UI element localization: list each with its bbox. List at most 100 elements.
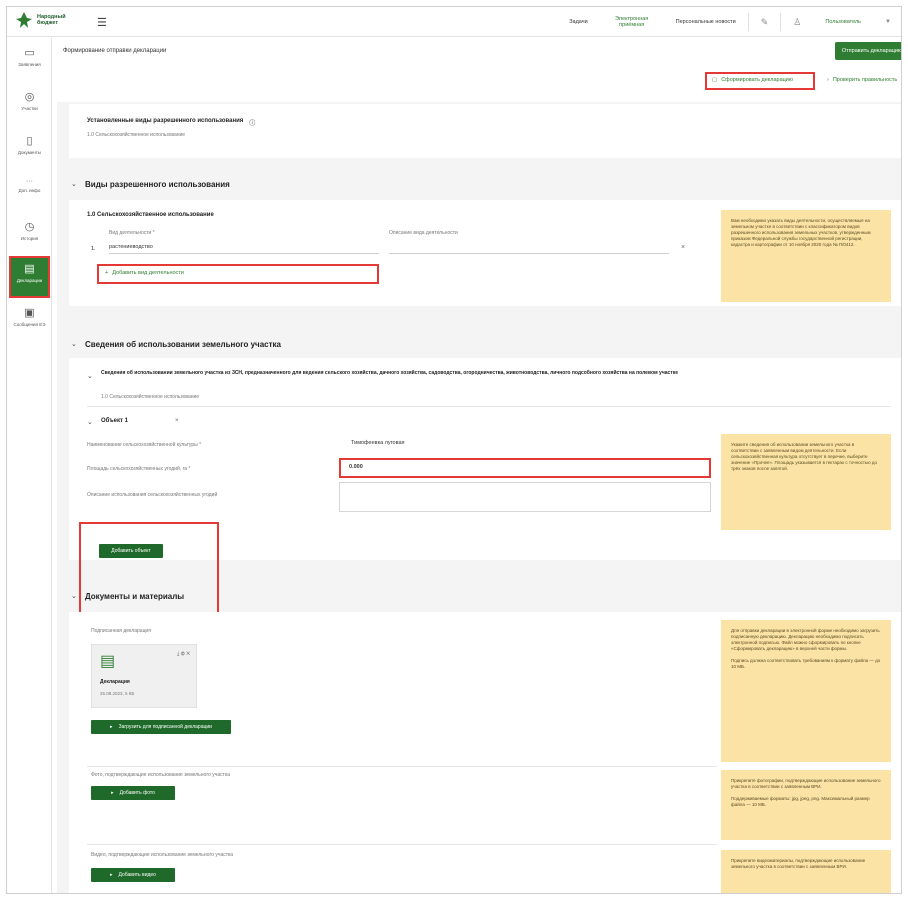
video-label: Видео, подтверждающие использование земе…: [91, 852, 234, 858]
permitted-uses-title: Виды разрешенного использования: [85, 180, 230, 189]
logo-text: Народный бюджет: [37, 14, 66, 26]
crop-value[interactable]: Тимофеевка луговая: [351, 440, 405, 446]
chevron-down-icon[interactable]: ▼: [873, 19, 901, 25]
photo-note: Прикрепите фотографии, подтверждающие ис…: [721, 770, 891, 840]
send-declaration-button[interactable]: Отправить декларацию: [835, 42, 901, 60]
file-name: Декларация: [100, 679, 130, 685]
add-activity-button[interactable]: + Добавить вид деятельности: [105, 270, 184, 276]
add-video-label: Добавить видео: [118, 872, 156, 878]
note-text: Подпись должна соответствовать требовани…: [731, 658, 881, 669]
crop-label: Наименование сельскохозяйственной культу…: [87, 442, 202, 448]
page-header: [57, 38, 901, 102]
main-content: Формирование отправки декларации Отправи…: [57, 38, 901, 893]
upload-icon: ▸: [111, 790, 114, 796]
check-link-label: Проверить правильность: [832, 77, 898, 83]
top-bar: Народный бюджет ☰ Задачи Электронная при…: [7, 7, 901, 37]
chevron-down-icon[interactable]: ⌄: [71, 180, 77, 188]
top-link-news[interactable]: Персональные новости: [664, 19, 748, 25]
add-photo-label: Добавить фото: [119, 790, 155, 796]
sidebar-item-info[interactable]: ··· Доп. инфо: [9, 174, 50, 214]
note-text: Для отправки декларации в электронной фо…: [731, 628, 880, 651]
activity-extra-label: Описание вида деятельности: [389, 230, 458, 236]
row-number: 1.: [91, 246, 96, 252]
chevron-down-icon[interactable]: ⌄: [87, 372, 93, 380]
add-photo-button[interactable]: ▸ Добавить фото: [91, 786, 175, 800]
signed-declaration-label: Подписанная декларация: [91, 628, 151, 634]
note-text: Поддерживаемые форматы: jpg, jpeg, png. …: [731, 796, 870, 807]
documents-card: Подписанная декларация ▤ ⤓ ⚙ ✕ Деклараци…: [69, 612, 901, 893]
sidebar-item-label: Декларации: [16, 278, 43, 283]
area-input[interactable]: 0.000: [349, 464, 363, 470]
file-actions-icon[interactable]: ⤓ ⚙ ✕: [177, 651, 190, 657]
add-video-button[interactable]: ▸ Добавить видео: [91, 868, 175, 882]
declaration-file-card[interactable]: ▤ ⤓ ⚙ ✕ Декларация 25.08.2023, 5 КБ: [91, 644, 197, 708]
signed-note: Для отправки декларации в электронной фо…: [721, 620, 891, 762]
upload-icon: ▸: [110, 724, 113, 730]
sidebar-item-history[interactable]: ◷ История: [9, 216, 50, 256]
plus-icon: +: [105, 270, 109, 276]
top-links: Задачи Электронная приёмная Персональные…: [557, 7, 901, 37]
activity-type-input[interactable]: растениеводство: [109, 244, 379, 254]
area-label: Площадь сельскохозяйственных угодий, га …: [87, 466, 191, 472]
declaration-icon: ▤: [24, 263, 35, 275]
permitted-uses-note: Вам необходимо указать виды деятельности…: [721, 210, 891, 302]
divider: [87, 406, 891, 407]
sidebar-item-declarations[interactable]: ▤ Декларации: [9, 256, 50, 298]
close-icon[interactable]: ×: [175, 418, 179, 424]
sidebar-item-label: Сообщения ЕЭ: [13, 322, 46, 327]
land-use-card: ⌄ Сведения об использовании земельного у…: [69, 358, 901, 632]
activity-extra-input[interactable]: [389, 244, 669, 254]
sidebar-item-label: История: [20, 236, 39, 241]
established-uses-card: Установленные виды разрешенного использо…: [69, 104, 901, 158]
message-icon: ▣: [24, 307, 35, 319]
location-icon: ◎: [24, 91, 35, 103]
established-uses-value: 1.0 Сельскохозяйственное использование: [87, 132, 186, 138]
chevron-down-icon[interactable]: ⌄: [71, 592, 77, 600]
land-use-title: Сведения об использовании земельного уча…: [85, 340, 281, 349]
logo[interactable]: Народный бюджет: [15, 11, 71, 29]
note-text: Прикрепите видеоматериалы, подтверждающи…: [731, 858, 866, 869]
sidebar-item-plots[interactable]: ◎ Участки: [9, 86, 50, 126]
chevron-down-icon[interactable]: ⌄: [87, 418, 93, 426]
established-uses-title-text: Установленные виды разрешенного использо…: [87, 118, 244, 124]
established-uses-title: Установленные виды разрешенного использо…: [87, 118, 255, 127]
add-object-button[interactable]: Добавить объект: [99, 544, 163, 558]
land-use-subtitle: Сведения об использовании земельного уча…: [101, 370, 679, 376]
user-icon[interactable]: ♙: [781, 17, 813, 28]
permitted-uses-card: 1.0 Сельскохозяйственное использование В…: [69, 200, 901, 306]
create-declaration-link[interactable]: ▢ Сформировать декларацию: [712, 77, 793, 83]
file-icon: ▢: [712, 77, 718, 83]
top-link-tasks[interactable]: Задачи: [557, 19, 599, 25]
info-icon: ···: [26, 178, 33, 185]
chevron-down-icon[interactable]: ⌄: [71, 340, 77, 348]
sidebar-item-label: Участки: [21, 106, 38, 111]
upload-signed-button[interactable]: ▸ Загрузить для подписанной декларации: [91, 720, 231, 734]
chevron-right-icon: ›: [827, 77, 829, 83]
desc-label: Описание использования сельскохозяйствен…: [87, 492, 218, 498]
top-link-reception[interactable]: Электронная приёмная: [600, 16, 664, 28]
divider: [87, 766, 717, 767]
note-text: Укажите сведения об использовании земель…: [731, 442, 877, 471]
app-window: Народный бюджет ☰ Задачи Электронная при…: [6, 6, 902, 894]
sidebar-item-documents[interactable]: ▯ Документы: [9, 130, 50, 170]
chat-icon[interactable]: ✎: [749, 17, 781, 28]
activity-type-label: Вид деятельности *: [109, 230, 155, 236]
sidebar: ▭ Заявления ◎ Участки ▯ Документы ··· До…: [7, 38, 52, 893]
sidebar-item-label: Заявления: [18, 62, 41, 67]
menu-icon[interactable]: ☰: [97, 16, 107, 29]
sidebar-item-label: Документы: [17, 150, 42, 155]
desc-input[interactable]: [339, 482, 711, 512]
remove-icon[interactable]: ×: [681, 244, 685, 251]
upload-icon: ▸: [110, 872, 113, 878]
sidebar-item-applications[interactable]: ▭ Заявления: [9, 42, 50, 82]
file-icon: ▤: [100, 653, 116, 670]
file-meta: 25.08.2023, 5 КБ: [100, 691, 135, 696]
land-use-note: Укажите сведения об использовании земель…: [721, 434, 891, 530]
check-link[interactable]: › Проверить правильность: [827, 77, 897, 83]
info-icon[interactable]: ⓘ: [249, 118, 255, 127]
object-label: Объект 1: [101, 418, 128, 424]
user-name[interactable]: Пользователь: [813, 19, 873, 25]
sidebar-item-messages[interactable]: ▣ Сообщения ЕЭ: [9, 302, 50, 342]
photo-label: Фото, подтверждающие использование земел…: [91, 772, 230, 778]
permitted-uses-subtitle: 1.0 Сельскохозяйственное использование: [87, 212, 214, 218]
